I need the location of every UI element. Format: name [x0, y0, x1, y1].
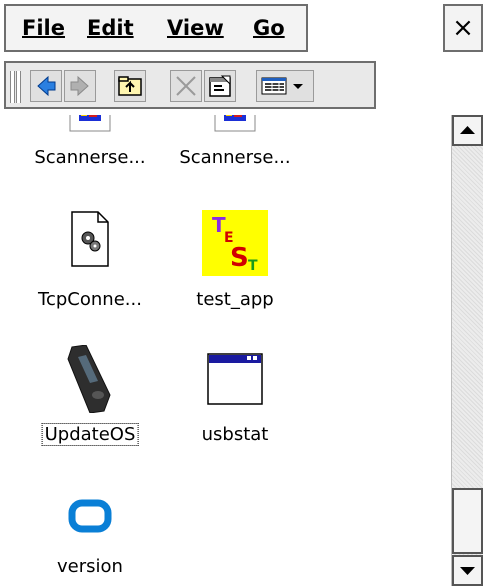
test-app-icon: T E S T: [202, 210, 268, 276]
file-name: usbstat: [201, 424, 269, 445]
menu-go[interactable]: Go: [253, 16, 285, 40]
close-icon: ×: [452, 13, 474, 43]
menu-edit[interactable]: Edit: [87, 16, 134, 40]
scroll-up-button[interactable]: [452, 115, 483, 146]
file-item[interactable]: TcpConne...: [15, 210, 165, 320]
menu-file[interactable]: File: [22, 16, 65, 40]
menu-edit-label: Edit: [87, 16, 134, 40]
forward-button[interactable]: [64, 70, 96, 102]
forward-arrow-icon: [70, 75, 89, 97]
delete-x-icon: [176, 76, 196, 96]
file-item[interactable]: Scannerse...: [160, 115, 310, 215]
file-name: version: [57, 556, 123, 577]
file-name: test_app: [196, 289, 274, 310]
file-name: Scannerse...: [34, 147, 146, 168]
file-name: TcpConne...: [38, 289, 142, 310]
svg-text:S: S: [230, 243, 249, 273]
toolbar-grip-2: [16, 71, 21, 103]
file-item[interactable]: usbstat: [160, 345, 310, 455]
menu-bar: File Edit View Go ×: [0, 0, 483, 57]
toolbar-container: [4, 61, 376, 109]
up-folder-icon: [118, 76, 142, 96]
vertical-scrollbar[interactable]: [451, 115, 483, 586]
view-list-icon: [261, 77, 303, 95]
toolbar: [0, 57, 483, 115]
menu-file-label: File: [22, 16, 65, 40]
back-button[interactable]: [30, 70, 62, 102]
menu-container: File Edit View Go: [4, 4, 308, 52]
app-icon: [214, 115, 256, 132]
file-list-area[interactable]: Scannerse... Scannerse... TcpConne... T …: [0, 115, 450, 586]
scroll-up-arrow-icon: [460, 126, 475, 134]
blue-rounded-square-icon: [68, 499, 112, 533]
settings-document-icon: [71, 211, 109, 267]
file-name-selected: UpdateOS: [41, 423, 139, 446]
properties-button[interactable]: [204, 70, 236, 102]
view-menu-button[interactable]: [256, 70, 314, 102]
properties-icon: [209, 75, 231, 97]
menu-view[interactable]: View: [167, 16, 224, 40]
file-item[interactable]: UpdateOS: [15, 345, 165, 455]
file-name: Scannerse...: [179, 147, 291, 168]
handheld-device-icon: [67, 345, 111, 413]
file-item[interactable]: Scannerse...: [15, 115, 165, 215]
window-app-icon: [207, 353, 263, 405]
scroll-down-button[interactable]: [452, 555, 483, 586]
up-folder-button[interactable]: [114, 70, 146, 102]
file-item[interactable]: version: [15, 495, 165, 586]
toolbar-grip[interactable]: [10, 71, 15, 103]
svg-text:T: T: [248, 258, 258, 274]
app-icon: [69, 115, 111, 132]
menu-view-label: View: [167, 16, 224, 40]
close-button[interactable]: ×: [443, 4, 483, 52]
scroll-down-arrow-icon: [460, 567, 475, 575]
menu-go-label: Go: [253, 16, 285, 40]
delete-button[interactable]: [170, 70, 202, 102]
scroll-thumb[interactable]: [452, 488, 483, 554]
back-arrow-icon: [37, 75, 56, 97]
file-item[interactable]: T E S T test_app: [160, 210, 310, 320]
